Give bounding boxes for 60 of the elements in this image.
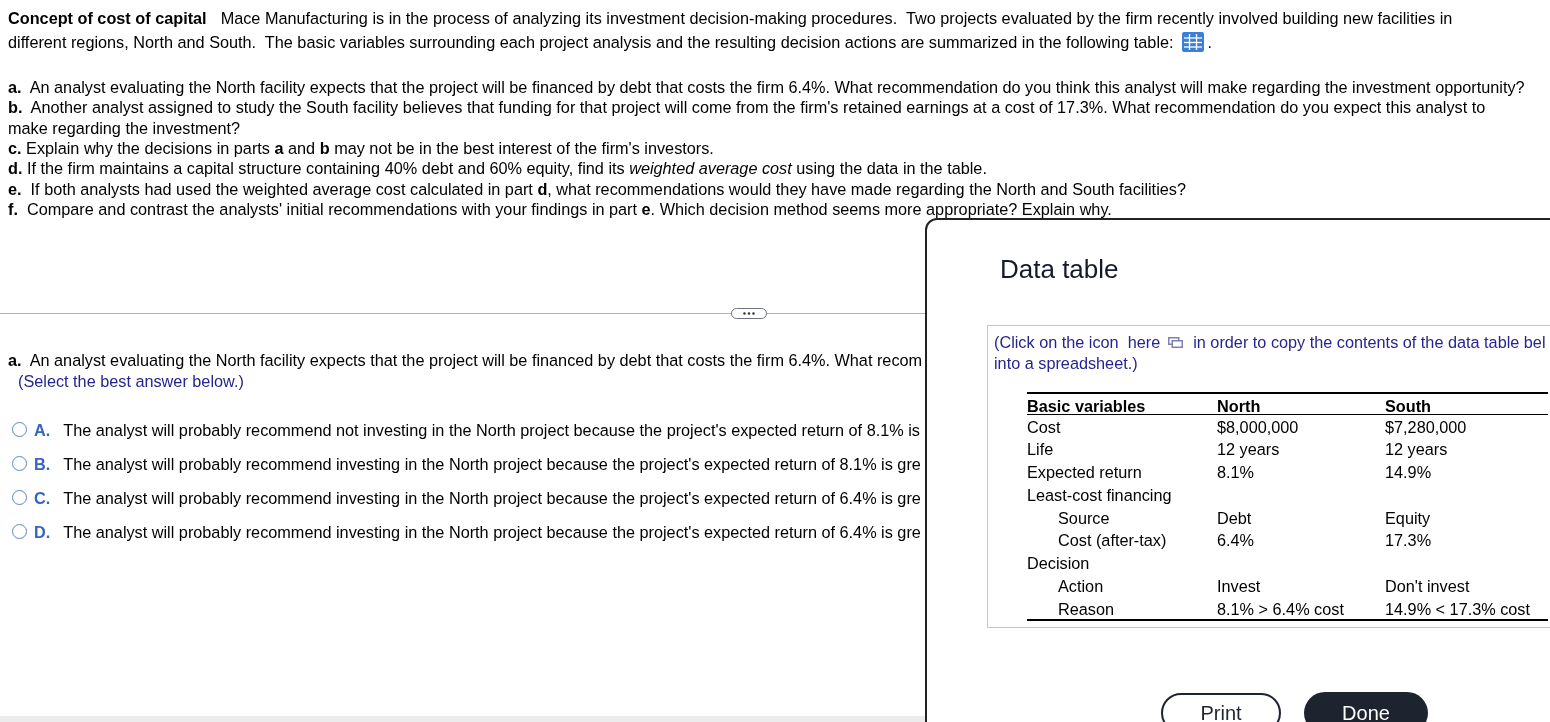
option-letter: D. <box>34 521 51 543</box>
radio-button[interactable] <box>12 524 27 540</box>
row-label: Life <box>1027 439 1055 461</box>
table-cell-text: 14.9% <box>1385 462 1432 483</box>
option-text: The analyst will probably recommend not investing in the North project because the project's expected return of 8.1% is <box>63 419 920 441</box>
row-label: Action <box>1057 575 1105 597</box>
question-text: d. If the firm maintains a capital structure containing 40% debt and 60% equity, find its weighted average cost using the data in the table. <box>8 158 988 179</box>
table-icon[interactable] <box>1181 32 1204 52</box>
question-text: f. Compare and contrast the analysts' initial recommendations with your findings in part e. Which decision method seems more appropriate? Explain why. <box>8 198 1113 220</box>
dialog-title: Data table <box>1000 254 1119 284</box>
option-letter: B. <box>34 453 51 475</box>
copy-hint-text: in order to copy the contents of the data table bel <box>1193 332 1546 353</box>
row-label: Cost <box>1027 416 1062 438</box>
question-prompt: a. An analyst evaluating the North facility expects that the project will be financed by debt that costs the firm 6.4%. What recom <box>8 350 923 372</box>
print-button[interactable]: Print <box>1161 693 1281 722</box>
copy-hint-text: into a spreadsheet.) <box>994 353 1138 374</box>
table-cell-text: $7,280,000 <box>1385 416 1467 438</box>
row-label: Source <box>1057 507 1111 529</box>
answer-instruction: (Select the best answer below.) <box>18 371 244 393</box>
column-header: North <box>1217 395 1261 417</box>
option-letter: A. <box>34 419 51 441</box>
question-text: b. Another analyst assigned to study the South facility believes that funding for that project will come from the firm's retained earnings at a cost of 17.3%. What recommendation do you expect this analyst to make regarding the investment? <box>8 97 1487 138</box>
ellipsis-icon <box>743 312 755 316</box>
copy-icon[interactable] <box>1168 337 1184 348</box>
row-label: Reason <box>1057 598 1115 620</box>
column-header: Basic variables <box>1027 395 1146 417</box>
column-header: South <box>1385 395 1432 417</box>
table-cell-text: 8.1% > 6.4% cost <box>1217 598 1344 620</box>
table-cell-text: 6.4% <box>1217 530 1255 552</box>
table-cell-text: 12 years <box>1217 439 1280 461</box>
table-cell-text: $8,000,000 <box>1217 416 1299 438</box>
table-cell-text: Equity <box>1385 507 1431 529</box>
radio-button[interactable] <box>12 490 27 506</box>
expand-button[interactable] <box>731 308 767 320</box>
intro-period: . <box>1207 31 1213 53</box>
row-label: Least-cost financing <box>1027 484 1173 506</box>
table-cell-text: 14.9% < 17.3% cost <box>1385 598 1530 620</box>
question-text: a. An analyst evaluating the North facility expects that the project will be financed by debt that costs the firm 6.4%. What recommendation do you think this analyst will make regarding the investment opportunity? <box>8 77 1526 98</box>
table-cell-text: Debt <box>1217 507 1252 529</box>
option-text: The analyst will probably recommend investing in the North project because the project's expected return of 8.1% is gre <box>63 453 921 475</box>
problem-intro: Mace Manufacturing is in the process of analyzing its investment decision-making procedures. Two projects evaluated by the firm recently involved building new facilities in <box>220 7 1453 29</box>
problem-intro: different regions, North and South. The basic variables surrounding each project analysis and the resulting decision actions are summarized in the following table: <box>8 31 1174 53</box>
row-label: Cost (after-tax) <box>1057 530 1168 552</box>
table-cell-text: Invest <box>1217 575 1261 597</box>
row-label: Decision <box>1027 553 1091 574</box>
option-text: The analyst will probably recommend investing in the North project because the project's expected return of 6.4% is gre <box>63 521 921 543</box>
problem-title: Concept of cost of capital <box>8 7 207 29</box>
radio-button[interactable] <box>12 422 27 438</box>
option-letter: C. <box>34 487 51 509</box>
copy-hint-text: (Click on the icon here <box>994 332 1161 353</box>
done-button[interactable]: Done <box>1304 692 1428 722</box>
question-text: e. If both analysts had used the weighted average cost calculated in part d, what recommendations would they have made regarding the North and South facilities? <box>8 178 1187 199</box>
option-text: The analyst will probably recommend investing in the North project because the project's expected return of 6.4% is gre <box>63 487 921 509</box>
radio-button[interactable] <box>12 456 27 472</box>
table-cell-text: 12 years <box>1385 439 1448 461</box>
table-cell-text: 17.3% <box>1385 530 1432 552</box>
table-cell-text: 8.1% <box>1217 462 1255 483</box>
row-label: Expected return <box>1027 462 1143 483</box>
table-cell-text: Don't invest <box>1385 575 1470 597</box>
question-text: c. Explain why the decisions in parts a and b may not be in the best interest of the firm's investors. <box>8 138 715 159</box>
